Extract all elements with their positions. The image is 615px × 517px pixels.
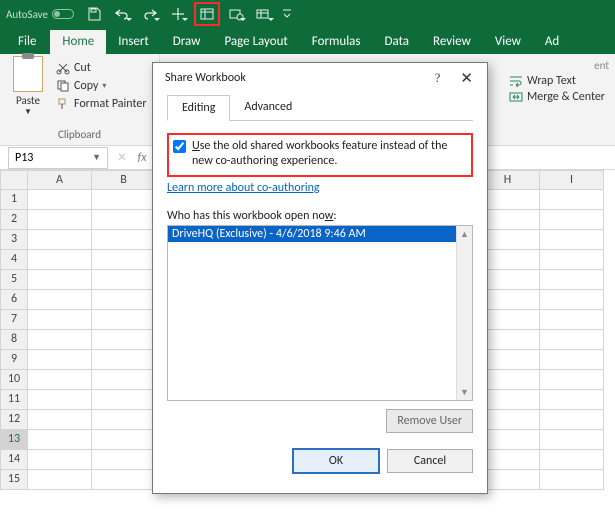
format-painter-label: Format Painter <box>74 97 147 111</box>
merge-center-icon <box>509 91 523 103</box>
share-workbook-legacy-icon[interactable] <box>194 2 220 26</box>
editing-pane: Use the old shared workbooks feature ins… <box>167 121 473 473</box>
wrap-text-icon <box>509 75 523 87</box>
tab-file[interactable]: File <box>4 30 50 54</box>
tab-home[interactable]: Home <box>50 30 106 54</box>
touch-mouse-mode-icon[interactable] <box>166 3 190 25</box>
cancel-button[interactable]: Cancel <box>387 449 473 473</box>
col-header[interactable]: I <box>540 170 604 190</box>
ok-button[interactable]: OK <box>293 449 379 473</box>
format-painter-button[interactable]: Format Painter <box>56 96 147 112</box>
col-header[interactable]: A <box>28 170 92 190</box>
highlight-box: Use the old shared workbooks feature ins… <box>167 133 473 177</box>
paste-label: Paste <box>16 94 40 107</box>
track-changes-legacy-icon[interactable] <box>252 3 276 25</box>
dialog-title: Share Workbook <box>165 71 246 85</box>
select-all-corner[interactable] <box>0 170 28 190</box>
scroll-down-icon[interactable]: ▼ <box>457 384 472 400</box>
tab-review[interactable]: Review <box>421 30 483 54</box>
tab-advanced[interactable]: Advanced <box>230 95 306 120</box>
chevron-down-icon: ▼ <box>92 152 101 163</box>
row-header[interactable]: 11 <box>0 390 28 410</box>
copy-label: Copy <box>74 79 98 93</box>
row-header[interactable]: 4 <box>0 250 28 270</box>
row-header[interactable]: 13 <box>0 430 28 450</box>
save-icon[interactable] <box>82 3 106 25</box>
tab-editing[interactable]: Editing <box>167 95 230 121</box>
row-header[interactable]: 14 <box>0 450 28 470</box>
qat-buttons <box>82 2 294 26</box>
scissors-icon <box>56 61 70 75</box>
row-header[interactable]: 8 <box>0 330 28 350</box>
chevron-down-icon: ▼ <box>24 107 32 117</box>
merge-center-label: Merge & Center <box>527 90 605 104</box>
word-fragment: ent <box>509 58 609 73</box>
ribbon-tabs: File Home Insert Draw Page Layout Formul… <box>0 28 615 54</box>
scrollbar[interactable]: ▲ ▼ <box>456 226 472 400</box>
tab-page-layout[interactable]: Page Layout <box>212 30 299 54</box>
who-open-label: Who has this workbook open now: <box>167 209 473 223</box>
chevron-down-icon: ▾ <box>102 81 106 91</box>
group-alignment-partial: ent Wrap Text Merge & Center <box>503 54 615 145</box>
paste-button[interactable]: Paste ▼ <box>6 56 50 117</box>
use-old-sharing-checkbox[interactable]: Use the old shared workbooks feature ins… <box>173 139 465 169</box>
row-header[interactable]: 6 <box>0 290 28 310</box>
clipboard-group-label: Clipboard <box>6 128 153 143</box>
row-header[interactable]: 15 <box>0 470 28 490</box>
name-box[interactable]: P13 ▼ <box>8 147 108 169</box>
merge-center-button[interactable]: Merge & Center <box>509 89 609 105</box>
tab-insert[interactable]: Insert <box>106 30 161 54</box>
tab-addins[interactable]: Ad <box>533 30 571 54</box>
autosave-switch-icon <box>52 9 74 19</box>
learn-coauthoring-link[interactable]: Learn more about co-authoring <box>167 181 320 195</box>
autosave-label: AutoSave <box>6 8 48 21</box>
paste-icon <box>13 56 43 92</box>
row-header[interactable]: 9 <box>0 350 28 370</box>
wrap-text-button[interactable]: Wrap Text <box>509 73 609 89</box>
fx-icon[interactable]: fx <box>132 151 152 165</box>
share-workbook-dialog: Share Workbook ? ✕ Editing Advanced Use … <box>152 62 488 494</box>
paintbrush-icon <box>56 97 70 111</box>
tab-data[interactable]: Data <box>373 30 422 54</box>
protect-sharing-legacy-icon[interactable] <box>224 3 248 25</box>
tab-view[interactable]: View <box>483 30 533 54</box>
row-header[interactable]: 5 <box>0 270 28 290</box>
checkbox-label: Use the old shared workbooks feature ins… <box>192 139 465 169</box>
redo-icon[interactable] <box>138 3 162 25</box>
cut-button[interactable]: Cut <box>56 60 147 76</box>
name-box-value: P13 <box>15 151 33 165</box>
tab-draw[interactable]: Draw <box>161 30 213 54</box>
row-header[interactable]: 10 <box>0 370 28 390</box>
help-icon[interactable]: ? <box>435 70 441 86</box>
users-listbox[interactable]: DriveHQ (Exclusive) - 4/6/2018 9:46 AM ▲… <box>167 225 473 401</box>
row-header[interactable]: 1 <box>0 190 28 210</box>
checkbox-input[interactable] <box>173 140 186 153</box>
copy-button[interactable]: Copy ▾ <box>56 78 147 94</box>
quick-access-toolbar: AutoSave <box>0 0 615 28</box>
cut-label: Cut <box>74 61 91 75</box>
copy-icon <box>56 79 70 93</box>
dialog-tabs: Editing Advanced <box>167 95 473 121</box>
row-header[interactable]: 12 <box>0 410 28 430</box>
tab-formulas[interactable]: Formulas <box>300 30 373 54</box>
row-header[interactable]: 3 <box>0 230 28 250</box>
undo-icon[interactable] <box>110 3 134 25</box>
row-header[interactable]: 7 <box>0 310 28 330</box>
remove-user-button: Remove User <box>386 409 473 433</box>
close-icon[interactable]: ✕ <box>454 67 479 90</box>
autosave-toggle[interactable]: AutoSave <box>6 8 74 21</box>
cancel-formula-icon[interactable]: ✕ <box>112 150 132 165</box>
group-clipboard: Paste ▼ Cut Copy ▾ Format Painter C <box>0 54 160 145</box>
list-item[interactable]: DriveHQ (Exclusive) - 4/6/2018 9:46 AM <box>168 226 456 242</box>
dialog-titlebar[interactable]: Share Workbook ? ✕ <box>153 63 487 93</box>
col-header[interactable]: B <box>92 170 156 190</box>
wrap-text-label: Wrap Text <box>527 74 576 88</box>
qat-customize-icon[interactable] <box>280 3 294 25</box>
scroll-up-icon[interactable]: ▲ <box>457 226 472 242</box>
row-header[interactable]: 2 <box>0 210 28 230</box>
